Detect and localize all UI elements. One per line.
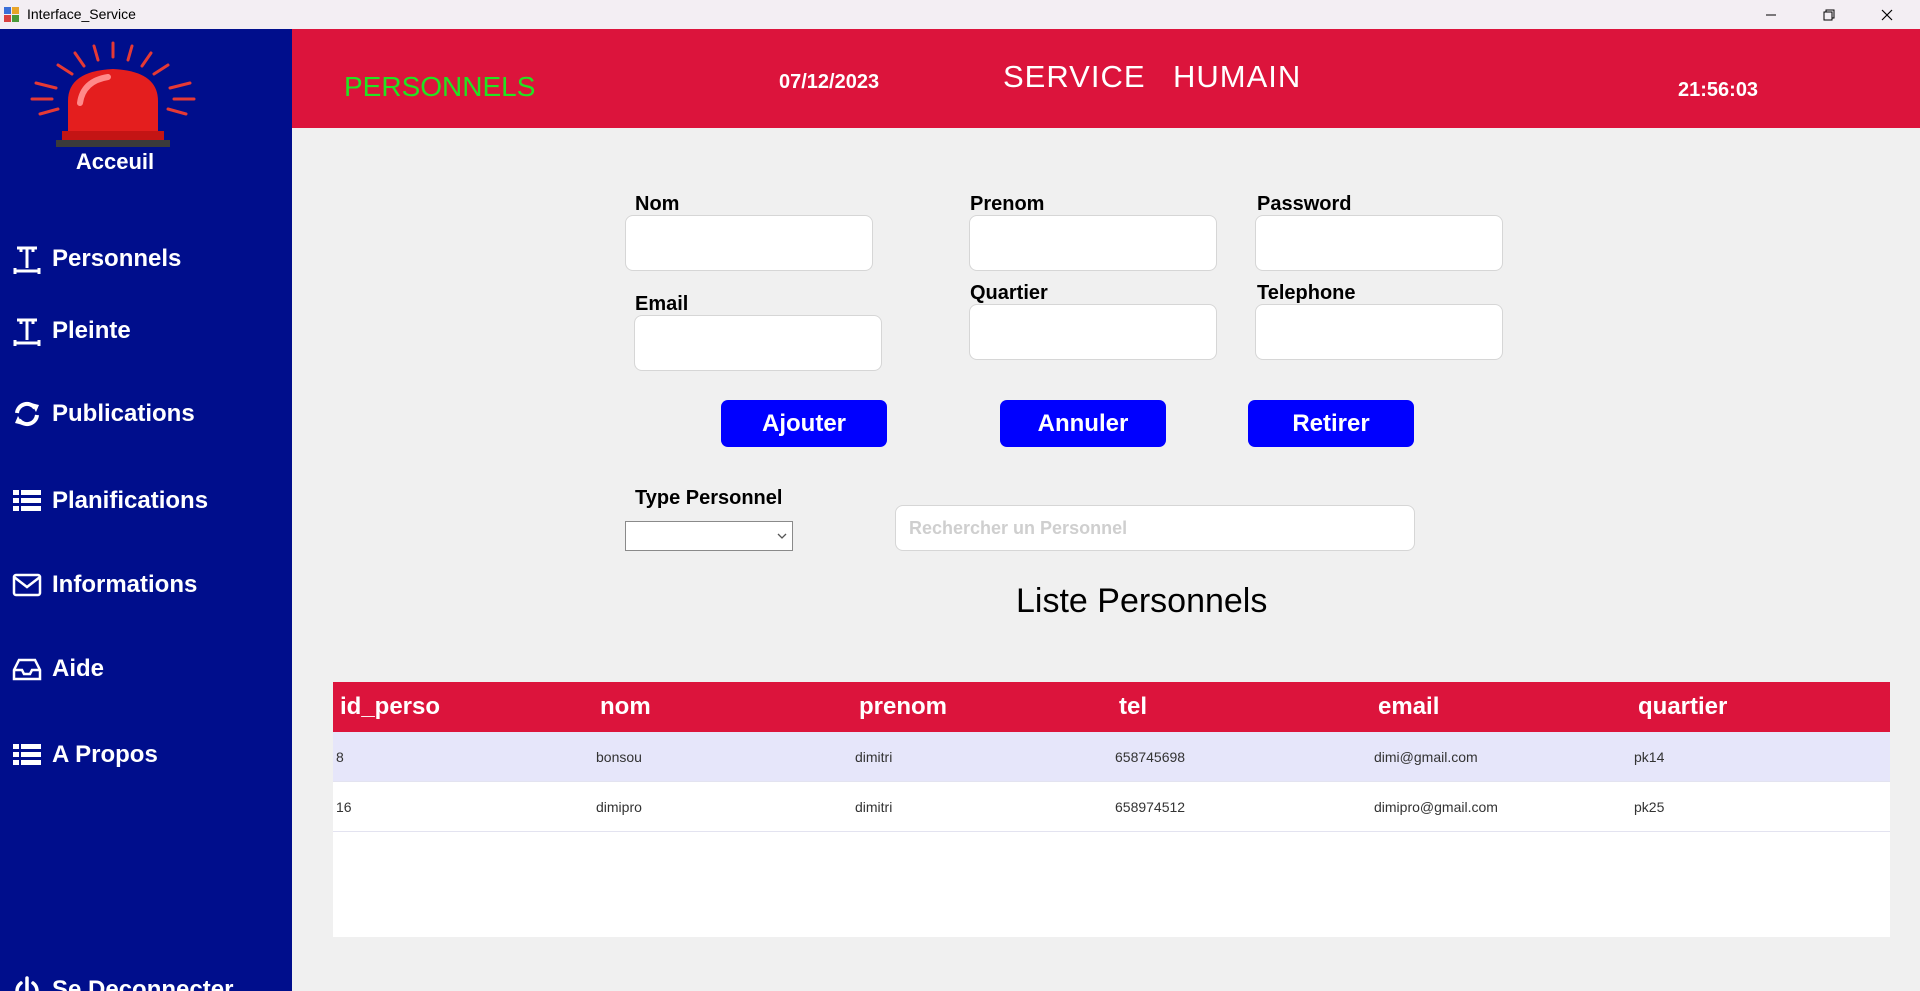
nom-label: Nom: [635, 193, 680, 215]
add-button[interactable]: Ajouter: [721, 400, 887, 447]
sidebar-item-informations[interactable]: Informations: [12, 568, 197, 602]
table-cell: 658745698: [1115, 749, 1186, 765]
logout-button[interactable]: Se Deconnecter: [12, 973, 233, 991]
service-title-word2: HUMAIN: [1173, 59, 1302, 94]
logout-label: Se Deconnecter: [52, 976, 234, 991]
chevron-down-icon: [777, 533, 787, 539]
personnel-table[interactable]: id_perso nom prenom tel email quartier 8…: [333, 682, 1890, 937]
telephone-field[interactable]: [1255, 304, 1503, 360]
close-icon: [1881, 9, 1893, 20]
table-row[interactable]: 8 bonsou dimitri 658745698 dimi@gmail.co…: [333, 732, 1890, 782]
column-header[interactable]: email: [1378, 693, 1439, 721]
list-icon: [12, 740, 42, 770]
email-field[interactable]: [634, 315, 882, 371]
power-icon: [12, 975, 42, 991]
nom-field[interactable]: [625, 215, 873, 271]
prenom-label: Prenom: [970, 193, 1045, 215]
table-cell: bonsou: [596, 749, 642, 765]
column-header[interactable]: id_perso: [340, 693, 440, 721]
sidebar-item-a-propos[interactable]: A Propos: [12, 738, 158, 772]
sidebar-item-label: Informations: [52, 571, 198, 598]
app-icon: [4, 7, 20, 22]
window-title: Interface_Service: [27, 6, 136, 22]
table-cell: dimipro: [596, 799, 642, 815]
cancel-button[interactable]: Annuler: [1000, 400, 1166, 447]
sidebar-item-label: Aide: [52, 655, 105, 682]
remove-button[interactable]: Retirer: [1248, 400, 1414, 447]
email-label: Email: [635, 293, 689, 315]
home-label[interactable]: Acceuil: [0, 149, 230, 175]
table-cell: dimipro@gmail.com: [1374, 799, 1498, 815]
sidebar: Acceuil Personnels Pleinte Publications …: [0, 29, 292, 991]
table-cell: dimi@gmail.com: [1374, 749, 1478, 765]
type-personnel-label: Type Personnel: [635, 487, 783, 509]
minimize-icon: [1766, 14, 1776, 15]
envelope-icon: [12, 570, 42, 600]
header-time: 21:56:03: [1678, 79, 1759, 101]
list-title: Liste Personnels: [1016, 582, 1268, 620]
close-button[interactable]: [1858, 0, 1916, 29]
column-header[interactable]: nom: [600, 693, 651, 721]
password-label: Password: [1257, 193, 1352, 215]
sidebar-item-label: A Propos: [52, 741, 158, 768]
header-bar: PERSONNELS 07/12/2023 SERVICE HUMAIN 21:…: [292, 29, 1920, 128]
table-cell: pk25: [1634, 799, 1665, 815]
quartier-field[interactable]: [969, 304, 1217, 360]
text-cursor-icon: [12, 244, 42, 274]
sidebar-item-label: Personnels: [52, 245, 182, 272]
type-personnel-select[interactable]: [625, 521, 793, 551]
service-title-word1: SERVICE: [1003, 59, 1146, 94]
column-header[interactable]: quartier: [1638, 693, 1727, 721]
table-cell: 658974512: [1115, 799, 1186, 815]
section-title: PERSONNELS: [344, 71, 536, 102]
restore-button[interactable]: [1800, 0, 1858, 29]
refresh-icon: [12, 399, 42, 429]
restore-icon: [1823, 9, 1835, 20]
header-date: 07/12/2023: [779, 71, 880, 93]
sidebar-item-label: Planifications: [52, 487, 209, 514]
telephone-label: Telephone: [1257, 282, 1356, 304]
alarm-beacon-logo[interactable]: [28, 41, 198, 153]
sidebar-item-label: Publications: [52, 400, 195, 427]
table-cell: 8: [336, 749, 344, 765]
quartier-label: Quartier: [970, 282, 1048, 304]
sidebar-item-pleinte[interactable]: Pleinte: [12, 314, 131, 348]
window-titlebar: Interface_Service: [0, 0, 1920, 29]
table-cell: dimitri: [855, 799, 893, 815]
table-row[interactable]: 16 dimipro dimitri 658974512 dimipro@gma…: [333, 782, 1890, 832]
sidebar-item-aide[interactable]: Aide: [12, 652, 104, 686]
sidebar-item-publications[interactable]: Publications: [12, 397, 195, 431]
sidebar-item-planifications[interactable]: Planifications: [12, 484, 208, 518]
column-header[interactable]: tel: [1119, 693, 1147, 721]
sidebar-item-personnels[interactable]: Personnels: [12, 242, 181, 276]
search-input[interactable]: [895, 505, 1415, 551]
table-header: id_perso nom prenom tel email quartier: [333, 682, 1890, 732]
table-cell: dimitri: [855, 749, 893, 765]
text-cursor-icon: [12, 316, 42, 346]
inbox-icon: [12, 654, 42, 684]
minimize-button[interactable]: [1742, 0, 1800, 29]
column-header[interactable]: prenom: [859, 693, 947, 721]
list-icon: [12, 486, 42, 516]
prenom-field[interactable]: [969, 215, 1217, 271]
sidebar-item-label: Pleinte: [52, 317, 131, 344]
password-field[interactable]: [1255, 215, 1503, 271]
table-cell: 16: [336, 799, 352, 815]
table-cell: pk14: [1634, 749, 1665, 765]
